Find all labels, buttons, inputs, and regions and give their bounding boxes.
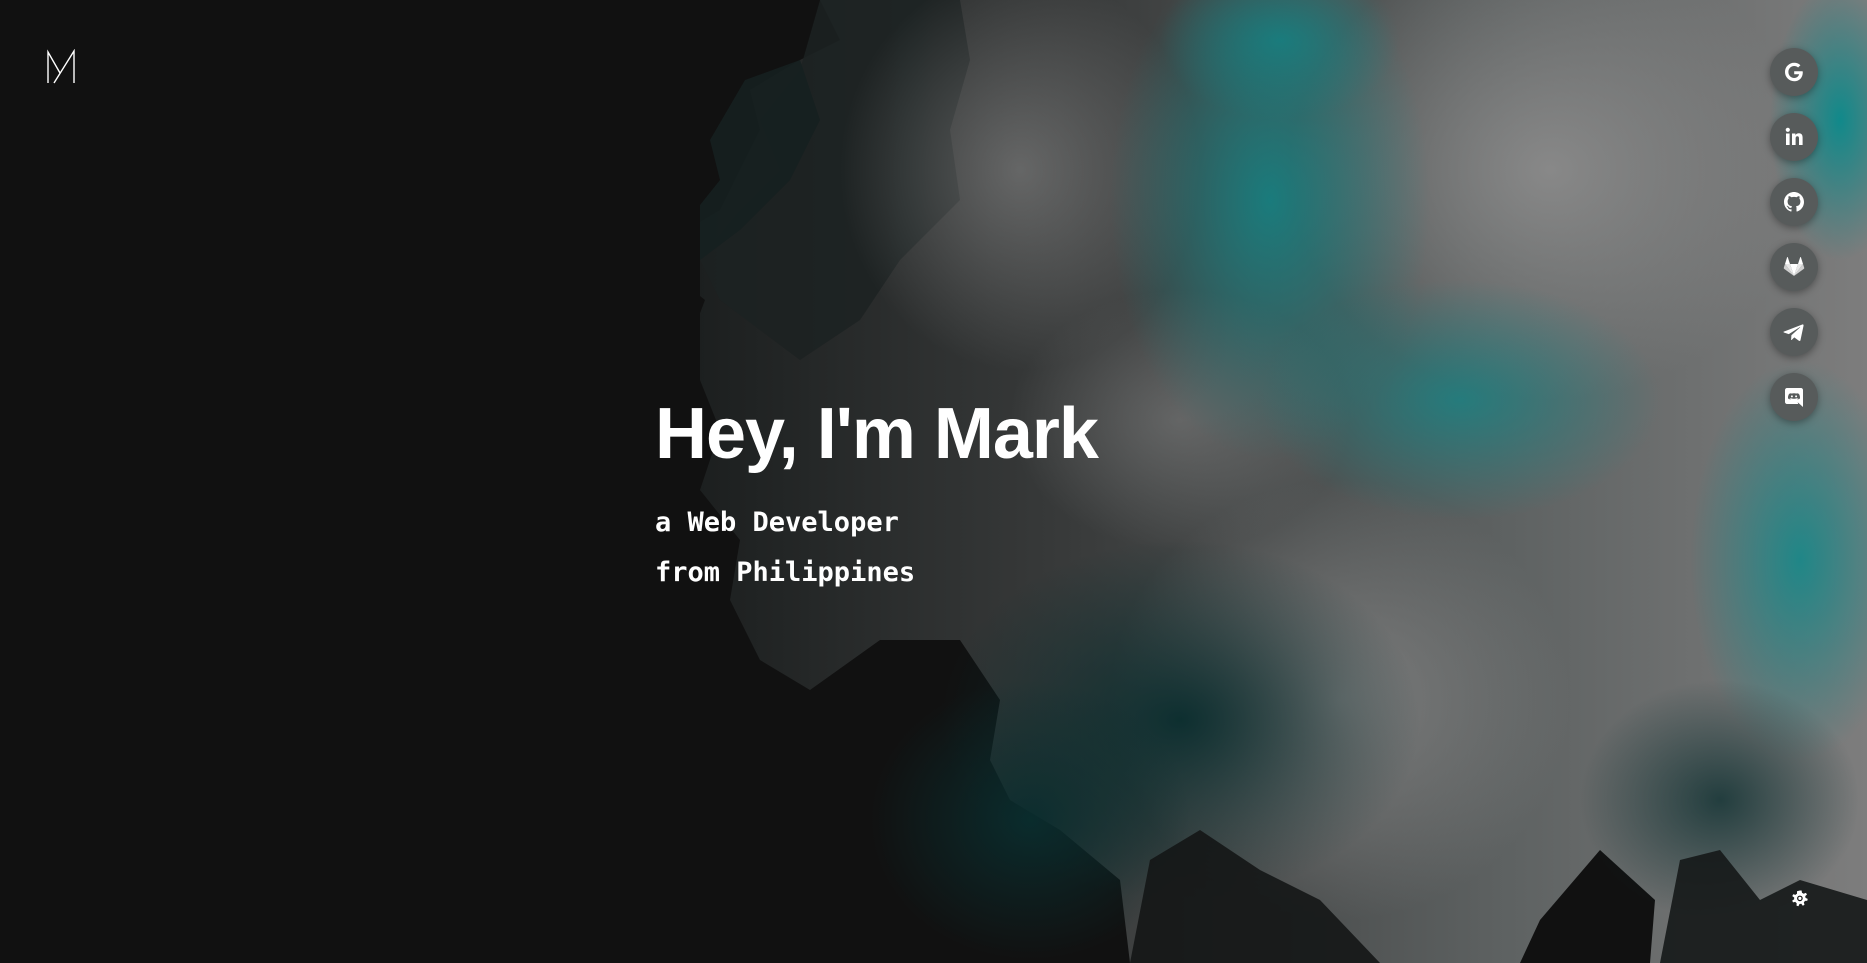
m-monogram-icon [47, 48, 75, 84]
social-link-telegram[interactable] [1770, 308, 1818, 356]
page: Hey, I'm Mark a Web Developer from Phili… [0, 0, 1867, 963]
github-icon [1784, 192, 1804, 212]
social-link-gitlab[interactable] [1770, 243, 1818, 291]
social-link-discord[interactable] [1770, 373, 1818, 421]
discord-icon [1785, 388, 1803, 407]
telegram-icon [1783, 324, 1804, 341]
google-icon [1785, 62, 1803, 82]
hero-title: Hey, I'm Mark [655, 394, 1099, 474]
hero-section: Hey, I'm Mark a Web Developer from Phili… [655, 392, 1099, 598]
linkedin-icon [1785, 127, 1803, 145]
hero-subtitle: a Web Developer from Philippines [655, 498, 1098, 598]
site-logo[interactable] [46, 48, 78, 85]
hero-subtitle-line-1: a Web Developer [655, 507, 899, 538]
social-link-linkedin[interactable] [1770, 113, 1818, 161]
social-links [1770, 48, 1818, 421]
settings-button[interactable] [1786, 885, 1814, 913]
gear-icon [1792, 890, 1808, 907]
hero-subtitle-line-2: from Philippines [655, 557, 916, 588]
social-link-google[interactable] [1770, 48, 1818, 96]
gitlab-icon [1783, 257, 1805, 276]
social-link-github[interactable] [1770, 178, 1818, 226]
